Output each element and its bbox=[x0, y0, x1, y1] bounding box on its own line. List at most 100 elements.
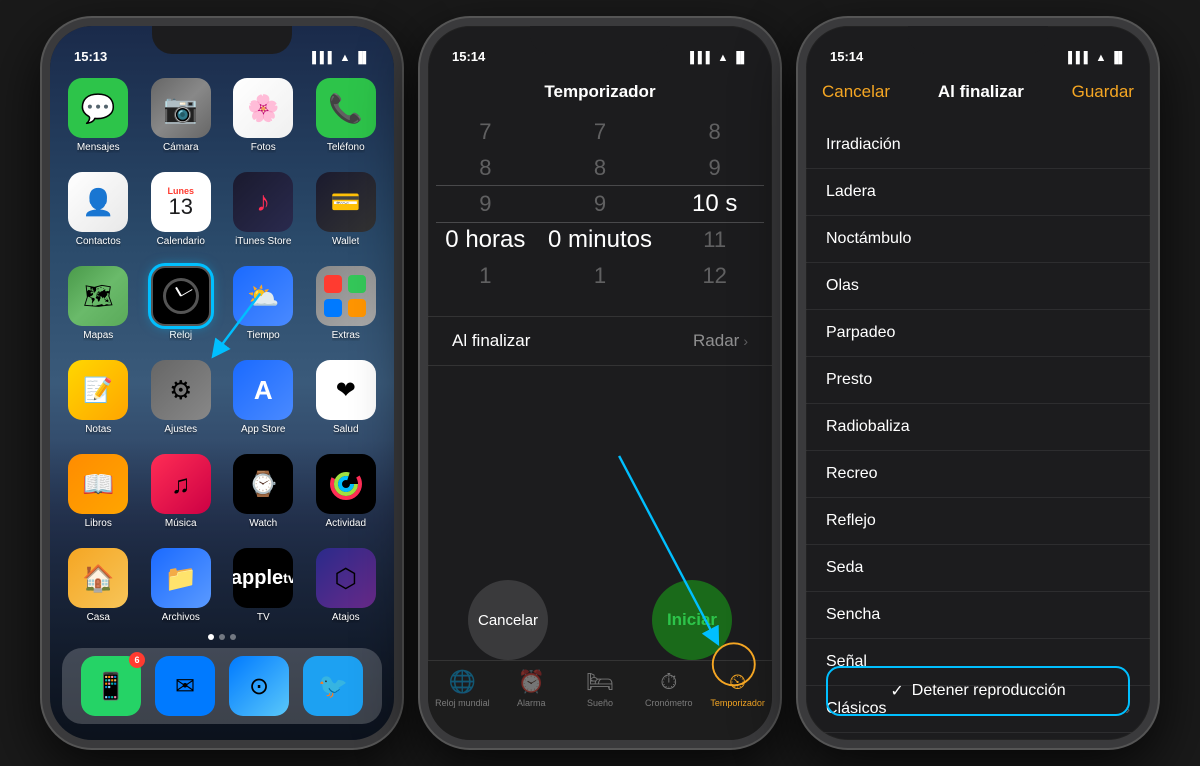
list-item-reflejo[interactable]: Reflejo bbox=[806, 498, 1150, 545]
list-item-radiobaliza[interactable]: Radiobaliza bbox=[806, 404, 1150, 451]
mundial-icon: 🌐 bbox=[449, 669, 476, 695]
picker-hours[interactable]: 7 8 9 0 horas 1 2 bbox=[428, 114, 543, 294]
picker-h-8: 8 bbox=[428, 150, 543, 186]
list-item-presto[interactable]: Presto bbox=[806, 357, 1150, 404]
app-contactos-label: Contactos bbox=[76, 236, 121, 247]
dock-twitter-icon: 🐦 bbox=[303, 656, 363, 716]
picker-seconds[interactable]: 8 9 10 s 11 12 13 bbox=[657, 114, 772, 294]
app-musica-icon: ♫ bbox=[151, 454, 211, 514]
phone-1: 15:13 ▌▌▌ ▲ ▐▌ 💬 Mensajes 📷 Cámara 🌸 bbox=[42, 18, 402, 748]
signal-icon-2: ▌▌▌ bbox=[690, 52, 713, 64]
start-button[interactable]: Iniciar bbox=[652, 580, 732, 660]
sueno-label: Sueño bbox=[587, 698, 613, 708]
timer-header: Temporizador bbox=[428, 70, 772, 114]
app-tiempo[interactable]: ⛅ Tiempo bbox=[227, 266, 300, 350]
app-notas[interactable]: 📝 Notas bbox=[62, 360, 135, 444]
app-camara[interactable]: 📷 Cámara bbox=[145, 78, 218, 162]
status-time-1: 15:13 bbox=[74, 49, 107, 64]
app-itunes[interactable]: ♪ iTunes Store bbox=[227, 172, 300, 256]
app-libros[interactable]: 📖 Libros bbox=[62, 454, 135, 538]
app-watch[interactable]: ⌚ Watch bbox=[227, 454, 300, 538]
app-itunes-label: iTunes Store bbox=[235, 236, 291, 247]
app-atajos-icon: ⬡ bbox=[316, 548, 376, 608]
app-ajustes-label: Ajustes bbox=[164, 424, 197, 435]
status-time-3: 15:14 bbox=[830, 49, 863, 64]
tab-mundial[interactable]: 🌐 Reloj mundial bbox=[428, 669, 497, 708]
tab-temporizador[interactable]: ⏲ Temporizador bbox=[703, 669, 772, 708]
cancel-button[interactable]: Cancelar bbox=[468, 580, 548, 660]
noctambulo-label: Noctámbulo bbox=[826, 230, 911, 248]
app-mapas[interactable]: 🗺 Mapas bbox=[62, 266, 135, 350]
app-tiempo-icon: ⛅ bbox=[233, 266, 293, 326]
tab-cronometro[interactable]: ⏱ Cronómetro bbox=[634, 669, 703, 708]
picker-container[interactable]: 7 8 9 0 horas 1 2 7 8 9 0 minutos 1 2 bbox=[428, 114, 772, 294]
af-header: Cancelar Al finalizar Guardar bbox=[806, 70, 1150, 114]
dock-mail[interactable]: ✉ bbox=[155, 656, 215, 716]
picker-h-1: 1 bbox=[428, 258, 543, 294]
app-appstore-icon: A bbox=[233, 360, 293, 420]
app-mapas-label: Mapas bbox=[83, 330, 113, 341]
list-item-recreo[interactable]: Recreo bbox=[806, 451, 1150, 498]
af-title: Al finalizar bbox=[938, 82, 1024, 102]
list-item-seda[interactable]: Seda bbox=[806, 545, 1150, 592]
app-reloj[interactable]: Reloj bbox=[145, 266, 218, 350]
stop-label: Detener reproducción bbox=[912, 682, 1066, 700]
tab-sueno[interactable]: 🛏 Sueño bbox=[566, 669, 635, 708]
app-contactos[interactable]: 👤 Contactos bbox=[62, 172, 135, 256]
app-actividad[interactable]: Actividad bbox=[310, 454, 383, 538]
app-wallet[interactable]: 💳 Wallet bbox=[310, 172, 383, 256]
app-appstore[interactable]: A App Store bbox=[227, 360, 300, 444]
app-salud[interactable]: ❤ Salud bbox=[310, 360, 383, 444]
picker-s-12: 12 bbox=[657, 258, 772, 294]
reflejo-label: Reflejo bbox=[826, 512, 876, 530]
detener-reproduccion-btn[interactable]: ✓ Detener reproducción bbox=[826, 666, 1130, 716]
app-extras[interactable]: Extras bbox=[310, 266, 383, 350]
app-calendario[interactable]: Lunes 13 Calendario bbox=[145, 172, 218, 256]
app-mapas-icon: 🗺 bbox=[68, 266, 128, 326]
af-cancel-btn[interactable]: Cancelar bbox=[822, 82, 890, 102]
radiobaliza-label: Radiobaliza bbox=[826, 418, 910, 436]
list-item-sencha[interactable]: Sencha bbox=[806, 592, 1150, 639]
app-atajos[interactable]: ⬡ Atajos bbox=[310, 548, 383, 632]
picker-h-9: 9 bbox=[428, 186, 543, 222]
app-ajustes[interactable]: ⚙ Ajustes bbox=[145, 360, 218, 444]
cronometro-label: Cronómetro bbox=[645, 698, 693, 708]
app-telefono[interactable]: 📞 Teléfono bbox=[310, 78, 383, 162]
tab-alarma[interactable]: ⏰ Alarma bbox=[497, 669, 566, 708]
alarma-label: Alarma bbox=[517, 698, 546, 708]
cancel-label: Cancelar bbox=[478, 612, 538, 629]
wifi-icon: ▲ bbox=[340, 52, 351, 64]
dock-safari-icon: ⊙ bbox=[229, 656, 289, 716]
mundial-label: Reloj mundial bbox=[435, 698, 490, 708]
app-tv[interactable]: appletv TV bbox=[227, 548, 300, 632]
list-item-olas[interactable]: Olas bbox=[806, 263, 1150, 310]
olas-label: Olas bbox=[826, 277, 859, 295]
list-item-noctambulo[interactable]: Noctámbulo bbox=[806, 216, 1150, 263]
af-save-btn[interactable]: Guardar bbox=[1072, 82, 1134, 102]
list-item-ladera[interactable]: Ladera bbox=[806, 169, 1150, 216]
app-fotos[interactable]: 🌸 Fotos bbox=[227, 78, 300, 162]
picker-s-11: 11 bbox=[657, 222, 772, 258]
signal-icon: ▌▌▌ bbox=[312, 52, 335, 64]
al-finalizar-row[interactable]: Al finalizar Radar › bbox=[428, 316, 772, 366]
dock-whatsapp[interactable]: 📱 6 bbox=[81, 656, 141, 716]
parpadeo-label: Parpadeo bbox=[826, 324, 895, 342]
app-fotos-label: Fotos bbox=[251, 142, 276, 153]
picker-minutes[interactable]: 7 8 9 0 minutos 1 2 bbox=[543, 114, 658, 294]
wifi-icon-2: ▲ bbox=[718, 52, 729, 64]
app-libros-icon: 📖 bbox=[68, 454, 128, 514]
app-mensajes[interactable]: 💬 Mensajes bbox=[62, 78, 135, 162]
list-item-irradiacion[interactable]: Irradiación bbox=[806, 122, 1150, 169]
app-casa[interactable]: 🏠 Casa bbox=[62, 548, 135, 632]
dock-safari[interactable]: ⊙ bbox=[229, 656, 289, 716]
app-calendario-label: Calendario bbox=[157, 236, 205, 247]
app-archivos[interactable]: 📁 Archivos bbox=[145, 548, 218, 632]
app-fotos-icon: 🌸 bbox=[233, 78, 293, 138]
app-musica[interactable]: ♫ Música bbox=[145, 454, 218, 538]
dock-twitter[interactable]: 🐦 bbox=[303, 656, 363, 716]
list-item-parpadeo[interactable]: Parpadeo bbox=[806, 310, 1150, 357]
al-finalizar-value: Radar › bbox=[693, 331, 748, 351]
app-telefono-icon: 📞 bbox=[316, 78, 376, 138]
alarma-icon: ⏰ bbox=[517, 669, 544, 695]
af-list: Irradiación Ladera Noctámbulo Olas Parpa… bbox=[806, 122, 1150, 740]
